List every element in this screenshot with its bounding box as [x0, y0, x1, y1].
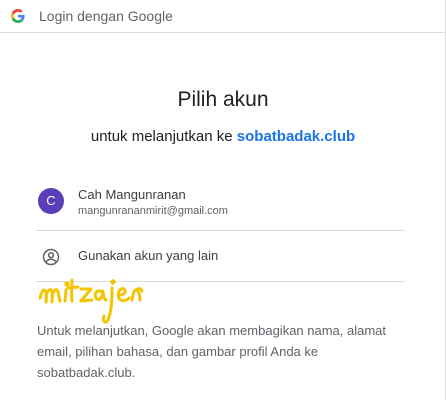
header-title: Login dengan Google — [39, 8, 173, 24]
google-login-window: Login dengan Google Pilih akun untuk mel… — [0, 0, 446, 400]
use-another-account-label: Gunakan akun yang lain — [78, 248, 219, 263]
header-bar: Login dengan Google — [0, 0, 446, 33]
consent-info-text: Untuk melanjutkan, Google akan membagika… — [37, 323, 387, 380]
avatar: C — [38, 188, 64, 214]
person-circle-icon — [42, 248, 60, 266]
page-subtitle: untuk melanjutkan ke sobatbadak.club — [0, 128, 446, 145]
page-title: Pilih akun — [177, 88, 269, 111]
account-item[interactable]: C Cah Mangunranan mangunrananmirit@gmail… — [36, 181, 405, 231]
google-g-icon — [11, 9, 25, 23]
subtitle-domain-link[interactable]: sobatbadak.club — [237, 128, 355, 145]
subtitle-text: untuk melanjutkan ke — [90, 128, 237, 145]
account-email: mangunrananmirit@gmail.com — [78, 205, 228, 217]
account-name: Cah Mangunranan — [78, 187, 186, 202]
